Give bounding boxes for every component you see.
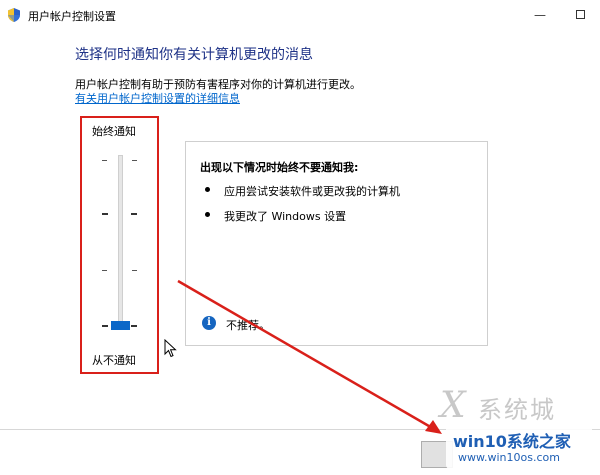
watermark-logo-icon: X (440, 385, 466, 426)
watermark-site-name: win10系统之家 (453, 432, 571, 451)
watermark-url: www.win10os.com (458, 451, 560, 464)
watermark-brand: 系统城 (478, 396, 556, 424)
